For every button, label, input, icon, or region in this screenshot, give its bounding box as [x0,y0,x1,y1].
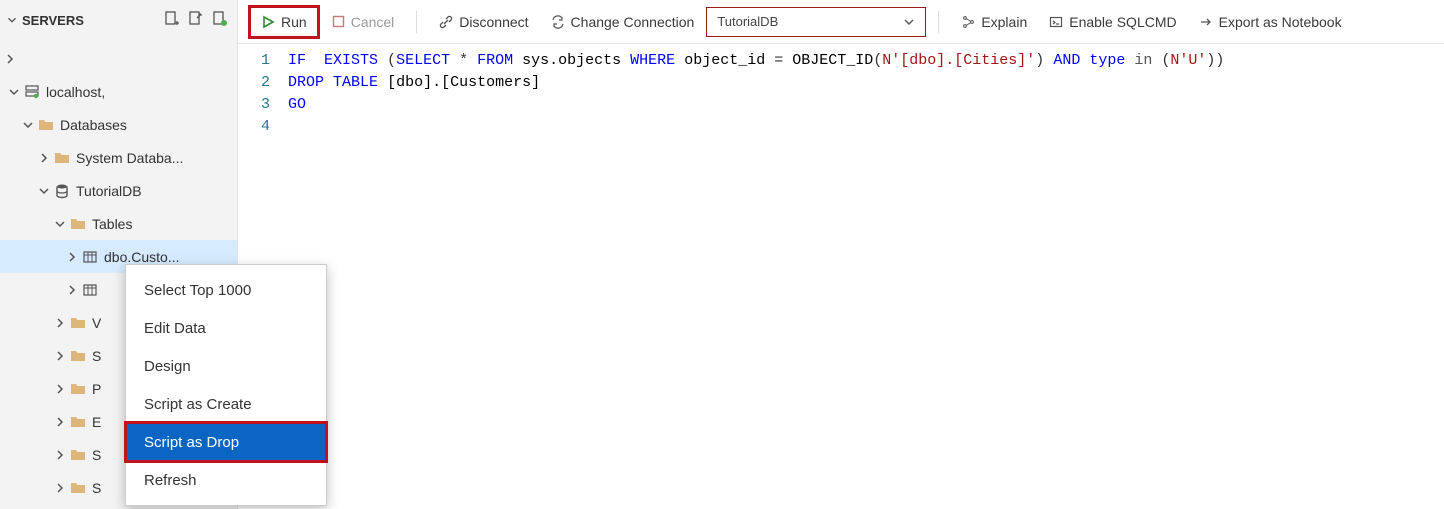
editor[interactable]: 1234 IF EXISTS (SELECT * FROM sys.object… [238,44,1444,509]
collapse-panel-icon[interactable] [4,12,20,28]
tree-item-label: E [92,414,101,430]
tree-item-label: P [92,381,101,397]
panel-title: SERVERS [20,13,163,28]
folder-icon [36,117,56,133]
tree-item[interactable] [0,42,237,75]
server-icon [22,84,42,100]
context-menu-item[interactable]: Design [126,347,326,385]
database-icon [52,183,72,199]
twisty-icon[interactable] [64,251,80,263]
tree-item[interactable]: System Databa... [0,141,237,174]
tree-item-label: Databases [60,117,127,133]
folder-icon [68,480,88,496]
tree-item[interactable]: Tables [0,207,237,240]
editor-code[interactable]: IF EXISTS (SELECT * FROM sys.objects WHE… [288,50,1444,509]
context-menu-item[interactable]: Edit Data [126,309,326,347]
tree-item-label: localhost, [46,84,105,100]
toolbar: Run Cancel Disconnect Change Connection … [238,0,1444,44]
export-notebook-button[interactable]: Export as Notebook [1189,7,1352,37]
tree-item[interactable]: Databases [0,108,237,141]
folder-icon [68,414,88,430]
context-menu-item[interactable]: Script as Drop [126,423,326,461]
folder-icon [52,150,72,166]
enable-sqlcmd-label: Enable SQLCMD [1069,14,1176,30]
context-menu-item[interactable]: Select Top 1000 [126,271,326,309]
line-number: 3 [238,94,270,116]
folder-icon [68,348,88,364]
tree-item-label: S [92,480,101,496]
disconnect-button[interactable]: Disconnect [429,7,538,37]
table-icon [80,249,100,265]
explain-label: Explain [981,14,1027,30]
separator [416,11,417,33]
twisty-icon[interactable] [36,185,52,197]
tree-item-label: dbo.Custo... [104,249,180,265]
separator [938,11,939,33]
folder-icon [68,216,88,232]
tree-item-label: Tables [92,216,132,232]
tree-item-label: System Databa... [76,150,183,166]
change-connection-label: Change Connection [571,14,695,30]
explain-button[interactable]: Explain [951,7,1037,37]
context-menu-item[interactable]: Refresh [126,461,326,499]
twisty-icon[interactable] [52,416,68,428]
context-menu: Select Top 1000Edit DataDesignScript as … [125,264,327,506]
twisty-icon[interactable] [52,482,68,494]
disconnect-label: Disconnect [459,14,528,30]
line-number: 1 [238,50,270,72]
line-number: 4 [238,116,270,138]
enable-sqlcmd-button[interactable]: Enable SQLCMD [1039,7,1186,37]
run-highlight-box: Run [248,5,320,39]
run-button[interactable]: Run [251,8,317,36]
sidebar-header: SERVERS [0,0,237,40]
folder-icon [68,381,88,397]
folder-icon [68,447,88,463]
new-group-icon[interactable] [211,10,229,31]
tree-item-label: TutorialDB [76,183,142,199]
context-menu-item[interactable]: Script as Create [126,385,326,423]
line-number: 2 [238,72,270,94]
cancel-button: Cancel [322,7,405,37]
twisty-icon[interactable] [2,53,18,65]
chevron-down-icon [903,16,915,28]
tree-item-label: S [92,348,101,364]
cancel-label: Cancel [351,14,395,30]
new-query-icon[interactable] [187,10,205,31]
new-connection-icon[interactable] [163,10,181,31]
twisty-icon[interactable] [52,383,68,395]
twisty-icon[interactable] [20,119,36,131]
run-label: Run [281,14,307,30]
twisty-icon[interactable] [52,317,68,329]
main: Run Cancel Disconnect Change Connection … [238,0,1444,509]
twisty-icon[interactable] [52,449,68,461]
tree-item[interactable]: localhost, [0,75,237,108]
twisty-icon[interactable] [52,218,68,230]
database-select[interactable]: TutorialDB [706,7,926,37]
tree-item-label: S [92,447,101,463]
export-notebook-label: Export as Notebook [1219,14,1342,30]
table-icon [80,282,100,298]
twisty-icon[interactable] [52,350,68,362]
database-select-value: TutorialDB [717,14,778,29]
tree-item[interactable]: TutorialDB [0,174,237,207]
twisty-icon[interactable] [36,152,52,164]
twisty-icon[interactable] [64,284,80,296]
folder-icon [68,315,88,331]
tree-item-label: V [92,315,101,331]
twisty-icon[interactable] [6,86,22,98]
change-connection-button[interactable]: Change Connection [541,7,705,37]
